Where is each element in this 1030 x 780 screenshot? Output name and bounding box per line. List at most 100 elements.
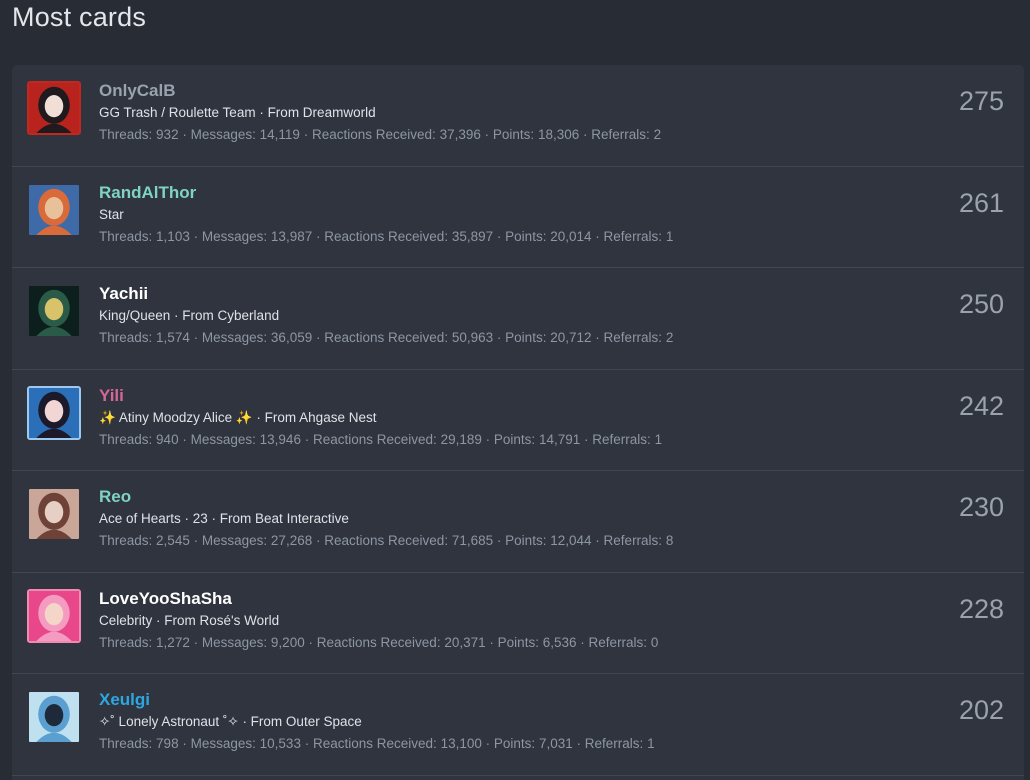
member-row: Xeulgi ✧˚ Lonely Astronaut ˚✧ · From Out… bbox=[12, 674, 1024, 776]
page-title: Most cards bbox=[12, 2, 147, 32]
avatar[interactable] bbox=[27, 588, 81, 643]
messages-label: Messages: bbox=[201, 330, 268, 345]
avatar-image bbox=[29, 83, 79, 133]
member-blurb: GG Trash / Roulette Team · From Dreamwor… bbox=[99, 105, 376, 120]
referrals-label: Referrals: bbox=[591, 127, 650, 142]
points-value: 20,712 bbox=[550, 330, 592, 345]
points-label: Points: bbox=[505, 533, 547, 548]
avatar-image bbox=[29, 590, 79, 641]
reactions-label: Reactions Received: bbox=[324, 228, 449, 244]
separator: · bbox=[595, 533, 600, 548]
member-stats: Threads: 940 · Messages: 13,946 · Reacti… bbox=[99, 430, 904, 450]
member-stats: Threads: 1,103 · Messages: 13,987 · Reac… bbox=[99, 227, 904, 247]
referrals-label: Referrals: bbox=[603, 533, 663, 548]
reactions-label: Reactions Received: bbox=[324, 330, 449, 345]
separator: · bbox=[595, 330, 600, 345]
member-stats: Threads: 1,272 · Messages: 9,200 · React… bbox=[99, 633, 904, 653]
separator: · bbox=[580, 634, 585, 650]
avatar[interactable] bbox=[27, 487, 81, 541]
separator: · bbox=[315, 533, 321, 548]
avatar-image bbox=[29, 692, 79, 742]
card-count: 228 bbox=[958, 593, 1004, 624]
member-info: Xeulgi ✧˚ Lonely Astronaut ˚✧ · From Out… bbox=[99, 689, 904, 754]
username-link[interactable]: OnlyCalB bbox=[99, 80, 904, 102]
threads-label: Threads: bbox=[99, 228, 153, 244]
separator: · bbox=[485, 431, 491, 447]
member-row: OnlyCalB GG Trash / Roulette Team · From… bbox=[12, 65, 1024, 167]
referrals-value: 1 bbox=[665, 228, 674, 244]
member-blurb: King/Queen · From Cyberland bbox=[99, 308, 280, 323]
avatar[interactable] bbox=[27, 690, 81, 744]
avatar[interactable] bbox=[27, 182, 81, 237]
member-stats: Threads: 2,545 · Messages: 27,268 · Reac… bbox=[99, 531, 904, 551]
threads-value: 940 bbox=[156, 431, 179, 447]
referrals-value: 1 bbox=[647, 736, 655, 751]
member-blurb: Celebrity · From Rosé's World bbox=[99, 612, 280, 628]
threads-label: Threads: bbox=[99, 634, 153, 650]
reactions-label: Reactions Received: bbox=[311, 127, 436, 142]
username-link[interactable]: Yili bbox=[99, 385, 904, 407]
threads-value: 798 bbox=[156, 736, 179, 751]
messages-value: 13,946 bbox=[259, 431, 301, 447]
separator: · bbox=[576, 736, 582, 751]
username-link[interactable]: LoveYooShaSha bbox=[99, 588, 904, 610]
threads-value: 932 bbox=[156, 127, 179, 142]
separator: · bbox=[182, 127, 187, 142]
separator: · bbox=[595, 228, 600, 244]
avatar[interactable] bbox=[27, 385, 81, 440]
messages-label: Messages: bbox=[190, 127, 256, 142]
referrals-value: 8 bbox=[665, 533, 674, 548]
separator: · bbox=[496, 533, 502, 548]
reactions-value: 29,189 bbox=[440, 431, 482, 447]
points-value: 14,791 bbox=[538, 431, 581, 447]
separator: · bbox=[315, 228, 321, 244]
reactions-label: Reactions Received: bbox=[324, 533, 449, 548]
member-row: LoveYooShaSha Celebrity · From Rosé's Wo… bbox=[12, 573, 1024, 674]
card-count: 261 bbox=[958, 187, 1004, 218]
avatar-image bbox=[29, 387, 79, 438]
card-count: 250 bbox=[958, 289, 1004, 319]
points-value: 12,044 bbox=[550, 533, 592, 548]
separator: · bbox=[308, 634, 313, 650]
avatar[interactable] bbox=[27, 81, 81, 135]
separator: · bbox=[583, 127, 588, 142]
avatar[interactable] bbox=[27, 284, 81, 338]
avatar-image bbox=[29, 489, 79, 539]
member-blurb: Ace of Hearts · 23 · From Beat Interacti… bbox=[99, 511, 349, 526]
threads-label: Threads: bbox=[99, 431, 153, 447]
points-label: Points: bbox=[505, 330, 547, 345]
points-label: Points: bbox=[493, 431, 536, 447]
points-value: 7,031 bbox=[538, 736, 573, 751]
separator: · bbox=[584, 431, 589, 447]
username-link[interactable]: Xeulgi bbox=[99, 689, 904, 711]
referrals-label: Referrals: bbox=[588, 634, 648, 650]
messages-value: 36,059 bbox=[270, 330, 313, 345]
reactions-label: Reactions Received: bbox=[312, 431, 437, 447]
username-link[interactable]: Yachii bbox=[99, 283, 904, 305]
username-link[interactable]: Reo bbox=[99, 486, 904, 508]
separator: · bbox=[193, 228, 199, 244]
member-row: Yachii King/Queen · From Cyberland Threa… bbox=[12, 268, 1024, 370]
member-info: OnlyCalB GG Trash / Roulette Team · From… bbox=[99, 80, 904, 145]
referrals-value: 2 bbox=[665, 330, 674, 345]
referrals-label: Referrals: bbox=[603, 228, 663, 244]
member-blurb: ✨ Atiny Moodzy Alice ✨ · From Ahgase Nes… bbox=[99, 409, 377, 425]
messages-label: Messages: bbox=[190, 431, 256, 447]
threads-label: Threads: bbox=[99, 330, 153, 345]
username-link[interactable]: RandAlThor bbox=[99, 182, 904, 204]
separator: · bbox=[193, 330, 199, 345]
messages-value: 10,533 bbox=[259, 736, 301, 751]
points-value: 6,536 bbox=[542, 634, 577, 650]
member-stats: Threads: 932 · Messages: 14,119 · Reacti… bbox=[99, 125, 904, 145]
separator: · bbox=[315, 330, 321, 345]
threads-value: 1,574 bbox=[156, 330, 190, 345]
reactions-value: 13,100 bbox=[440, 736, 482, 751]
messages-value: 13,987 bbox=[270, 228, 313, 244]
separator: · bbox=[182, 736, 187, 751]
reactions-value: 37,396 bbox=[439, 127, 481, 142]
reactions-value: 50,963 bbox=[451, 330, 494, 345]
referrals-label: Referrals: bbox=[584, 736, 644, 751]
referrals-value: 1 bbox=[654, 431, 663, 447]
avatar-image bbox=[29, 286, 79, 336]
card-count: 242 bbox=[958, 390, 1004, 421]
